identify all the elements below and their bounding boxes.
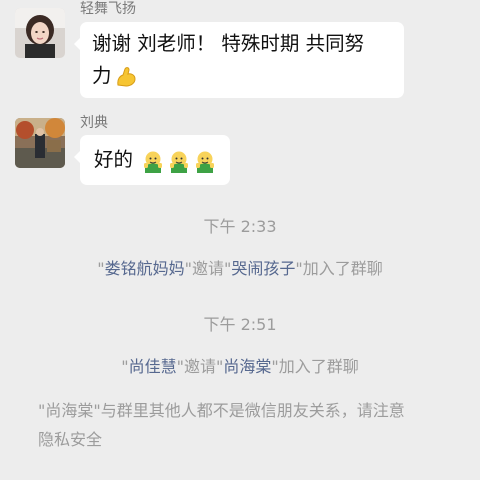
- thumbs-up-icon: [167, 149, 191, 173]
- inviter-link[interactable]: 娄铭航妈妈: [105, 259, 185, 278]
- thumbs-up-icon: [141, 149, 165, 173]
- sender-name: 轻舞飞扬: [80, 1, 136, 17]
- timestamp: 下午 2:33: [203, 217, 277, 236]
- chat-window: 轻舞飞扬 谢谢 刘老师！ 特殊时期 共同努 力 刘典 好的 下午 2:33 "娄…: [0, 0, 480, 480]
- sender-name: 刘典: [80, 115, 108, 131]
- message-bubble[interactable]: 好的: [74, 135, 230, 185]
- invitee-link[interactable]: 尚海棠: [223, 357, 271, 376]
- inviter-link[interactable]: 尚佳慧: [129, 357, 177, 376]
- message-text: 谢谢 刘老师！ 特殊时期 共同努: [92, 32, 365, 55]
- thumbs-up-icon: [193, 149, 217, 173]
- timestamp: 下午 2:51: [203, 315, 277, 334]
- message-text: 好的: [94, 144, 216, 176]
- message-bubble[interactable]: 谢谢 刘老师！ 特殊时期 共同努 力: [74, 22, 404, 98]
- system-message: "娄铭航妈妈"邀请"哭闹孩子"加入了群聊: [97, 259, 383, 278]
- notice-name: 尚海棠: [45, 401, 94, 420]
- flexed-biceps-icon: [114, 65, 138, 89]
- system-message: "尚佳慧"邀请"尚海棠"加入了群聊: [121, 357, 359, 376]
- avatar[interactable]: [15, 118, 65, 168]
- privacy-notice: "尚海棠"与群里其他人都不是微信朋友关系，请注意 隐私安全: [38, 401, 405, 449]
- invitee-link[interactable]: 哭闹孩子: [231, 259, 295, 278]
- avatar[interactable]: [15, 8, 65, 58]
- message-text-continued: 力: [92, 60, 392, 92]
